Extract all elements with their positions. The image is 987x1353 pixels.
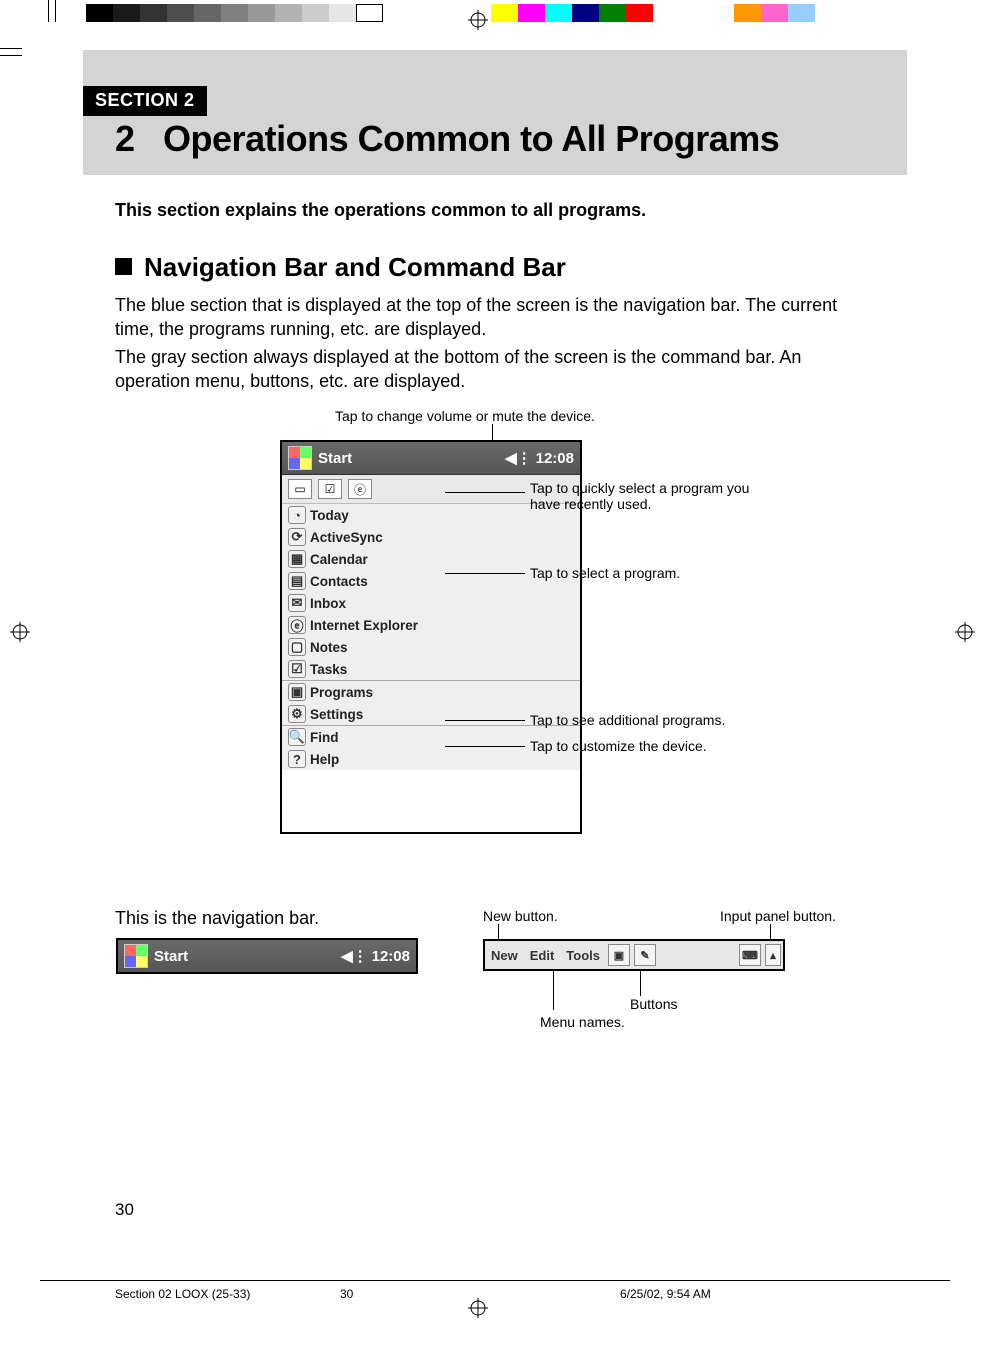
section-tab: SECTION 2 [83,86,207,116]
bullet-square-icon [115,258,132,275]
speaker-icon[interactable]: ◀⋮ [341,947,368,965]
notes-icon: ▢ [288,638,306,656]
ie-icon: ⓔ [288,616,306,634]
chapter-number: 2 [115,118,135,159]
footer-doc-name: Section 02 LOOX (25-33) [115,1287,250,1301]
registration-mark-icon [468,10,488,30]
footer-page: 30 [340,1287,353,1301]
footer-rule [40,1280,950,1281]
toolbar-button[interactable]: ✎ [634,944,656,966]
menu-new[interactable]: New [485,948,524,963]
leader-line [770,924,771,940]
start-label[interactable]: Start [318,450,352,467]
caption-volume: Tap to change volume or mute the device. [335,408,595,424]
start-label[interactable]: Start [154,948,188,965]
chapter-title: 2 Operations Common to All Programs [115,118,779,160]
leader-line [445,492,525,493]
caption-additional-programs: Tap to see additional programs. [530,712,725,728]
heading-navigation-command-bar: Navigation Bar and Command Bar [115,252,566,283]
navigation-bar: Start ◀⋮ 12:08 [282,442,580,475]
command-bar-example: New Edit Tools ▣ ✎ ⌨ ▴ [483,939,785,971]
label-new-button: New button. [483,908,558,924]
paragraph-1: The blue section that is displayed at th… [115,293,875,342]
recent-icon[interactable]: ⓔ [348,479,372,499]
page-number: 30 [115,1200,134,1220]
menu-item-activesync[interactable]: ⟳ActiveSync [282,526,580,548]
today-icon: ◔ [288,506,306,524]
leader-line [640,970,641,996]
registration-mark-icon [10,622,30,642]
navbar-caption: This is the navigation bar. [115,908,319,929]
caption-customize: Tap to customize the device. [530,738,707,754]
menu-item-inbox[interactable]: ✉Inbox [282,592,580,614]
programs-icon: ▣ [288,683,306,701]
footer-timestamp: 6/25/02, 9:54 AM [620,1287,711,1301]
label-menu-names: Menu names. [540,1014,625,1030]
menu-item-tasks[interactable]: ☑Tasks [282,658,580,680]
help-icon: ? [288,750,306,768]
inbox-icon: ✉ [288,594,306,612]
color-calibration-bar [86,4,926,22]
start-menu: ◔Today ⟳ActiveSync ▦Calendar ▤Contacts ✉… [282,504,580,770]
menu-tools[interactable]: Tools [560,948,606,963]
chapter-title-text: Operations Common to All Programs [163,118,779,159]
leader-line [445,720,525,721]
tasks-icon: ☑ [288,660,306,678]
toolbar-button[interactable]: ▣ [608,944,630,966]
input-panel-arrow[interactable]: ▴ [765,944,781,966]
leader-line [445,573,525,574]
caption-recent: Tap to quickly select a program you have… [530,480,750,512]
calendar-icon: ▦ [288,550,306,568]
recent-icon[interactable]: ☑ [318,479,342,499]
leader-line [498,924,499,940]
navigation-bar-example: Start ◀⋮ 12:08 [116,938,418,974]
sync-icon: ⟳ [288,528,306,546]
paragraph-2: The gray section always displayed at the… [115,345,875,394]
label-buttons: Buttons [630,996,677,1012]
clock[interactable]: 12:08 [536,450,574,467]
menu-item-programs[interactable]: ▣Programs [282,681,580,703]
registration-mark-icon [955,622,975,642]
windows-flag-icon[interactable] [124,944,148,968]
registration-mark-icon [468,1298,488,1318]
windows-flag-icon[interactable] [288,446,312,470]
contacts-icon: ▤ [288,572,306,590]
leader-line [553,970,554,1010]
intro-text: This section explains the operations com… [115,198,875,222]
clock[interactable]: 12:08 [372,948,410,965]
label-input-panel-button: Input panel button. [720,908,836,924]
recent-icon[interactable]: ▭ [288,479,312,499]
menu-item-notes[interactable]: ▢Notes [282,636,580,658]
caption-select-program: Tap to select a program. [530,565,680,581]
menu-item-ie[interactable]: ⓔInternet Explorer [282,614,580,636]
settings-icon: ⚙ [288,705,306,723]
input-panel-button[interactable]: ⌨ [739,944,761,966]
leader-line [445,746,525,747]
menu-edit[interactable]: Edit [524,948,561,963]
speaker-icon[interactable]: ◀⋮ [505,449,532,467]
find-icon: 🔍 [288,728,306,746]
